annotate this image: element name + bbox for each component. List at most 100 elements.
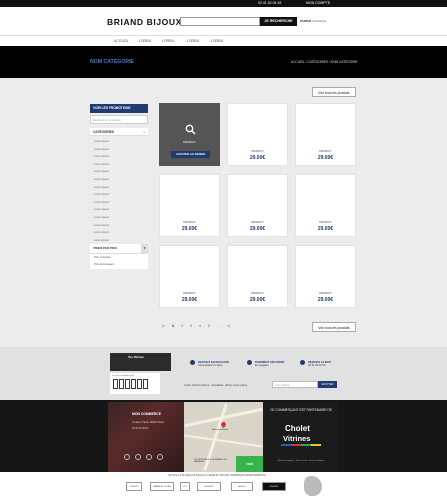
product-price: 29.00€	[249, 226, 266, 232]
partner-block: CE COMMERÇANT EST PARTENAIRE DE Cholet V…	[263, 402, 339, 472]
pagination-page-2[interactable]: 2	[181, 324, 183, 328]
sort-header[interactable]: TRIER PAR PRIX ▾	[90, 244, 148, 253]
sort-option-desc[interactable]: Prix décroissant	[90, 261, 148, 268]
add-to-cart-button[interactable]: AJOUTER AU PANIER	[171, 151, 210, 158]
chevron-down-icon[interactable]: ▾	[141, 244, 148, 253]
product-label: PRODUIT	[251, 291, 264, 295]
category-banner: NOM CATÉGORIE ACCUEIL / CATÉGORIES / NOM…	[0, 46, 447, 78]
pagination-page-1[interactable]: 1	[172, 324, 174, 328]
store-icon	[190, 360, 195, 365]
product-label: PRODUIT	[183, 291, 196, 295]
partner-headline: CE COMMERÇANT EST PARTENAIRE DE	[270, 408, 332, 412]
search-icon[interactable]	[185, 122, 196, 140]
feature-service: SERVICE CLIENT 02 41 62 04 63	[308, 360, 331, 367]
category-item[interactable]: Lorem ipsum	[94, 193, 109, 196]
shop-title: MON COMMERCE	[132, 412, 162, 416]
category-item[interactable]: Lorem ipsum	[94, 216, 109, 219]
category-item[interactable]: Lorem ipsum	[94, 239, 109, 242]
map-go-button[interactable]: VOIR	[236, 456, 263, 472]
category-item[interactable]: Lorem ipsum	[94, 186, 109, 189]
search-input[interactable]	[180, 17, 260, 26]
page-title: NOM CATÉGORIE	[90, 59, 134, 65]
category-item[interactable]: Lorem ipsum	[94, 140, 109, 143]
main-nav: ACCUEIL LOREM LOREM LOREM LOREM	[0, 35, 447, 46]
categories-header[interactable]: CATÉGORIES –	[90, 128, 148, 136]
footer-links[interactable]: Mentions légales · Plan du site · Nous c…	[271, 460, 331, 462]
pagination-next[interactable]: >|	[227, 324, 230, 328]
pagination-prev[interactable]: |<	[162, 324, 165, 328]
newsletter-submit-button[interactable]: ENVOYER	[318, 381, 337, 388]
product-price: 29.00€	[249, 155, 266, 161]
sponsor-logo-5: AGGLO	[231, 482, 253, 491]
instagram-icon[interactable]	[146, 454, 152, 460]
account-link[interactable]: MON COMPTE	[306, 0, 330, 7]
sponsor-strip: CE SITE A ÉTÉ RÉALISÉ DANS LE CADRE DU P…	[0, 472, 447, 500]
product-label: PRODUIT	[319, 291, 332, 295]
collapse-icon[interactable]: –	[143, 128, 145, 136]
cart-label: PANIER	[300, 19, 312, 23]
feature-withdraw-text: Commandez en ligne	[198, 364, 223, 367]
search-button[interactable]: JE RECHERCHE	[260, 17, 297, 26]
sponsor-logo-6: CHOLET	[262, 482, 286, 491]
promotions-button[interactable]: VOIR LES PROMOTIONS	[90, 104, 148, 113]
product-card[interactable]: PRODUIT 29.00€	[227, 174, 288, 237]
lock-icon	[247, 360, 252, 365]
feature-service-text: 02 41 62 04 63	[308, 364, 326, 367]
pagination-page-5[interactable]: 5	[208, 324, 210, 328]
product-card[interactable]: PRODUIT 29.00€	[295, 174, 356, 237]
product-card[interactable]: PRODUIT 29.00€	[295, 245, 356, 308]
category-item[interactable]: Lorem ipsum	[94, 178, 109, 181]
breadcrumb[interactable]: ACCUEIL / CATÉGORIES / NOM CATÉGORIE	[291, 60, 358, 64]
sidebar-search-input[interactable]: Rechercher un produit	[90, 115, 148, 124]
product-price: 29.00€	[181, 226, 198, 232]
funding-logo: Ce site est financé par	[110, 373, 160, 394]
product-label: PRODUIT	[319, 220, 332, 224]
pagination-page-4[interactable]: 4	[199, 324, 201, 328]
store-map[interactable]: Bijouterie Briand OUVERTURES & HORAIRES …	[184, 402, 263, 472]
product-label: PRODUIT	[183, 140, 196, 144]
category-item[interactable]: Lorem ipsum	[94, 155, 109, 158]
header: BRIAND BIJOUX JE RECHERCHE PANIER 0 arti…	[0, 7, 447, 35]
category-item[interactable]: Lorem ipsum	[94, 201, 109, 204]
product-price: 29.00€	[249, 297, 266, 303]
see-all-button-top[interactable]: Voir tous les produits	[312, 87, 356, 97]
map-pin-icon	[219, 420, 228, 429]
brand-logo[interactable]: BRIAND BIJOUX	[107, 17, 182, 27]
product-card[interactable]: PRODUIT 29.00€	[159, 174, 220, 237]
product-label: PRODUIT	[319, 149, 332, 153]
map-label: Bijouterie Briand	[212, 429, 229, 431]
vitrine-banner[interactable]: Vos Vitrines	[110, 353, 171, 371]
product-label: PRODUIT	[183, 220, 196, 224]
category-item[interactable]: Lorem ipsum	[94, 148, 109, 151]
cart-count: 0 article(s)	[311, 19, 326, 23]
twitter-icon[interactable]	[135, 454, 141, 460]
category-item[interactable]: Lorem ipsum	[94, 170, 109, 173]
cholet-vitrines-logo[interactable]: Cholet Vitrines	[281, 424, 321, 452]
newsletter-email-input[interactable]: votre email ici	[272, 381, 318, 388]
sort-options: Prix croissant Prix décroissant	[90, 253, 148, 269]
product-card[interactable]: PRODUIT 29.00€	[159, 245, 220, 308]
categories-title: CATÉGORIES	[93, 130, 114, 134]
see-all-button-bottom[interactable]: Voir tous les produits	[312, 322, 356, 332]
product-card[interactable]: PRODUIT AJOUTER AU PANIER	[159, 103, 220, 166]
feature-payment: PAIEMENT SÉCURISÉ En magasin	[255, 360, 284, 367]
category-item[interactable]: Lorem ipsum	[94, 224, 109, 227]
pagination-page-3[interactable]: 3	[190, 324, 192, 328]
product-card[interactable]: PRODUIT 29.00€	[227, 245, 288, 308]
product-price: 29.00€	[317, 226, 334, 232]
product-price: 29.00€	[317, 297, 334, 303]
phone-icon	[300, 360, 305, 365]
category-item[interactable]: Lorem ipsum	[94, 163, 109, 166]
sort-option-asc[interactable]: Prix croissant	[90, 254, 148, 261]
product-label: PRODUIT	[251, 220, 264, 224]
product-card[interactable]: PRODUIT 29.00€	[295, 103, 356, 166]
facebook-icon[interactable]	[124, 454, 130, 460]
shop-photo: MON COMMERCE 12 place Travot, 49300 Chol…	[108, 402, 184, 472]
category-item[interactable]: Lorem ipsum	[94, 208, 109, 211]
product-card[interactable]: PRODUIT 29.00€	[227, 103, 288, 166]
email-icon[interactable]	[157, 454, 163, 460]
footer-dark: MON COMMERCE 12 place Travot, 49300 Chol…	[0, 400, 447, 472]
phone-text: 02 41 62 04 63	[258, 1, 282, 5]
category-item[interactable]: Lorem ipsum	[94, 231, 109, 234]
cart-link[interactable]: PANIER 0 article(s)	[300, 19, 326, 23]
